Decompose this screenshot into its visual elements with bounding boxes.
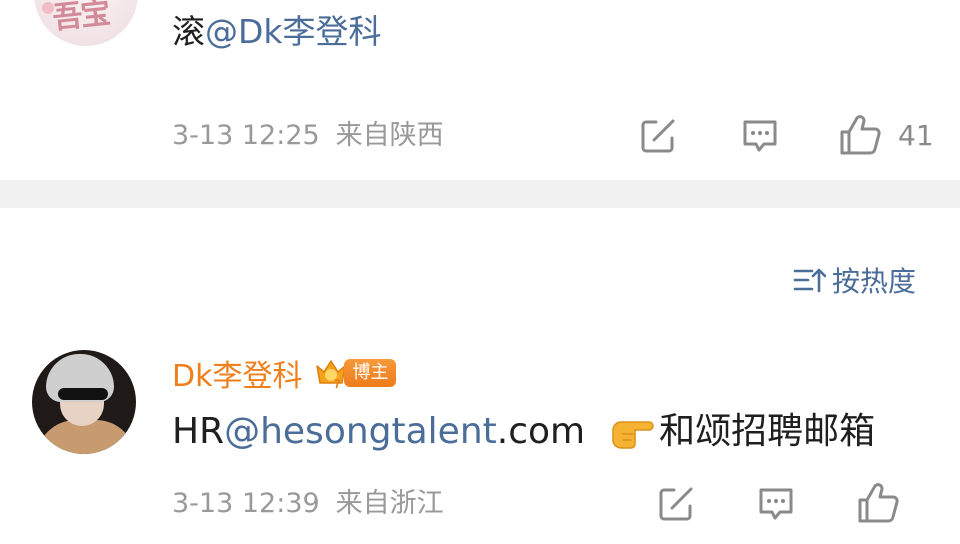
- comment-location: 来自陕西: [335, 120, 444, 151]
- thumbs-up-icon: [858, 483, 899, 523]
- comment-location: 来自浙江: [335, 488, 444, 519]
- avatar-seal: 吾宝: [50, 0, 111, 37]
- comment-icon: [759, 488, 793, 520]
- sort-by-hot-button[interactable]: 按热度: [792, 258, 916, 302]
- comment-time: 3-13 12:25: [172, 120, 320, 151]
- comment-list: 吾宝 滚@Dk李登科 3-13 12:25 来自陕西 41 按热度 Dk李登科 …: [0, 0, 960, 544]
- svg-text:7: 7: [334, 377, 341, 389]
- pointing-hand-emoji-icon: [612, 421, 654, 449]
- comment-text: HR @hesongtalent .com 和颂招聘邮箱: [172, 408, 875, 456]
- share-button[interactable]: [638, 116, 678, 156]
- author-row: Dk李登科 7 博主: [172, 350, 397, 396]
- reply-button[interactable]: [756, 484, 796, 524]
- comment-text-tail: 和颂招聘邮箱: [659, 411, 876, 452]
- comment-text-prefix: 滚: [172, 12, 205, 51]
- section-divider: [0, 180, 960, 208]
- sort-icon: [793, 268, 826, 293]
- comment-text-domain: .com: [496, 411, 586, 452]
- blogger-badge: 博主: [344, 359, 397, 387]
- like-count: 41: [898, 119, 934, 152]
- comment-icon: [743, 120, 777, 152]
- sort-label: 按热度: [832, 265, 917, 298]
- comment-text-prefix: HR: [172, 411, 225, 452]
- vip-crown-icon: 7: [316, 360, 347, 389]
- mention-link[interactable]: @Dk李登科: [205, 12, 382, 51]
- comment-text: 滚@Dk李登科: [172, 10, 382, 54]
- share-icon: [659, 487, 693, 521]
- author-name[interactable]: Dk李登科: [172, 351, 302, 395]
- like-button[interactable]: [838, 114, 882, 156]
- reply-button[interactable]: [740, 116, 780, 156]
- comment-meta: 3-13 12:25 来自陕西: [172, 116, 444, 156]
- comment-meta: 3-13 12:39 来自浙江: [172, 484, 444, 524]
- thumbs-up-icon: [840, 115, 881, 155]
- share-icon: [641, 119, 675, 153]
- avatar[interactable]: 吾宝: [34, 0, 138, 46]
- mention-link[interactable]: @hesongtalent: [224, 408, 497, 456]
- comment-time: 3-13 12:39: [172, 488, 320, 519]
- avatar-glasses: [58, 388, 108, 400]
- share-button[interactable]: [656, 484, 696, 524]
- like-button[interactable]: [856, 482, 900, 524]
- avatar[interactable]: [32, 350, 136, 454]
